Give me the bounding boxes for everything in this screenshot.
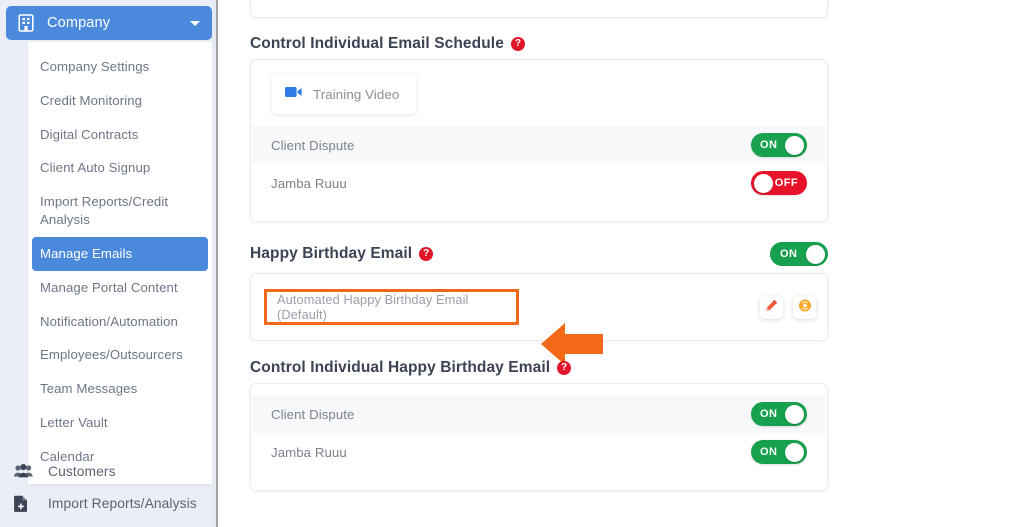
section-title-individual-birthday: Control Individual Happy Birthday Email … — [250, 359, 572, 377]
row-label: Client Dispute — [271, 137, 355, 153]
table-row: Client Dispute ON — [252, 395, 826, 433]
top-partial-card — [250, 0, 828, 18]
section-title-email-schedule-text: Control Individual Email Schedule — [250, 35, 504, 52]
section-title-individual-birthday-text: Control Individual Happy Birthday Email — [250, 359, 551, 376]
toggle-state-label: ON — [760, 446, 778, 458]
section-title-email-schedule: Control Individual Email Schedule ? — [250, 35, 525, 53]
menu-item-import-reports-credit-analysis[interactable]: Import Reports/Credit Analysis — [28, 185, 212, 237]
table-row: Client Dispute ON — [252, 126, 826, 164]
users-icon — [14, 462, 34, 480]
toggle-knob — [806, 244, 825, 264]
app-root: Company Company Settings Credit Monitori… — [0, 0, 1024, 527]
toggle-state-label: ON — [760, 408, 778, 420]
toggle-knob — [785, 135, 804, 155]
main-content: Control Individual Email Schedule ? Trai… — [224, 0, 1024, 527]
sidebar-item-import-reports-analysis[interactable]: Import Reports/Analysis — [0, 487, 212, 519]
chevron-down-icon — [190, 20, 200, 26]
training-video-label: Training Video — [313, 86, 400, 102]
email-schedule-card: Training Video Client Dispute ON Jamba R… — [250, 59, 828, 222]
toggle-state-label: ON — [760, 139, 778, 151]
help-circle-icon[interactable]: ? — [557, 361, 572, 375]
building-icon — [18, 14, 34, 32]
individual-birthday-card: Client Dispute ON Jamba Ruuu ON — [250, 383, 828, 491]
section-title-happy-birthday-text: Happy Birthday Email — [250, 245, 413, 262]
happy-birthday-template-name: Automated Happy Birthday Email (Default) — [277, 292, 469, 322]
training-video-button[interactable]: Training Video — [272, 74, 417, 114]
sidebar-item-customers[interactable]: Customers — [0, 455, 212, 487]
toggle-state-label: ON — [780, 248, 798, 260]
toggle-jamba-ruuu-schedule[interactable]: OFF — [751, 171, 807, 195]
toggle-knob — [785, 442, 804, 462]
toggle-state-label: OFF — [774, 177, 798, 189]
menu-item-client-auto-signup[interactable]: Client Auto Signup — [28, 151, 212, 185]
sidebar-company-button[interactable]: Company — [6, 6, 212, 40]
file-plus-icon — [14, 494, 34, 512]
menu-item-manage-emails[interactable]: Manage Emails — [32, 236, 208, 271]
video-camera-icon — [285, 85, 302, 103]
preview-template-button[interactable] — [793, 296, 816, 319]
toggle-jamba-ruuu-birthday[interactable]: ON — [751, 440, 807, 464]
toggle-happy-birthday-email[interactable]: ON — [770, 242, 828, 266]
toggle-knob — [785, 404, 804, 424]
help-circle-icon[interactable]: ? — [510, 37, 525, 51]
table-row: Jamba Ruuu ON — [252, 433, 826, 471]
sidebar-company-label: Company — [47, 15, 111, 31]
menu-item-digital-contracts[interactable]: Digital Contracts — [28, 118, 212, 152]
company-dropdown-menu: Company Settings Credit Monitoring Digit… — [28, 42, 212, 484]
help-circle-icon[interactable]: ? — [419, 247, 434, 261]
menu-item-letter-vault[interactable]: Letter Vault — [28, 406, 212, 440]
edit-template-button[interactable] — [760, 296, 783, 319]
row-label: Client Dispute — [271, 406, 355, 422]
happy-birthday-template-field[interactable]: Automated Happy Birthday Email (Default) — [264, 289, 519, 325]
table-row: Jamba Ruuu OFF — [252, 164, 826, 202]
eye-icon — [798, 299, 812, 317]
menu-item-manage-portal-content[interactable]: Manage Portal Content — [28, 271, 212, 305]
row-label: Jamba Ruuu — [271, 444, 347, 460]
sidebar-item-customers-label: Customers — [48, 463, 116, 479]
toggle-client-dispute-schedule[interactable]: ON — [751, 133, 807, 157]
section-title-happy-birthday: Happy Birthday Email ? — [250, 245, 434, 263]
sidebar-scrollbar-thumb[interactable] — [216, 0, 218, 527]
toggle-knob — [754, 173, 773, 193]
toggle-client-dispute-birthday[interactable]: ON — [751, 402, 807, 426]
menu-item-team-messages[interactable]: Team Messages — [28, 372, 212, 406]
menu-item-employees-outsourcers[interactable]: Employees/Outsourcers — [28, 338, 212, 372]
row-label: Jamba Ruuu — [271, 175, 347, 191]
pencil-icon — [765, 299, 778, 317]
sidebar: Company Company Settings Credit Monitori… — [0, 0, 218, 527]
menu-item-notification-automation[interactable]: Notification/Automation — [28, 305, 212, 339]
sidebar-bottom-nav: Customers Import Reports/Analysis — [0, 455, 212, 519]
menu-item-credit-monitoring[interactable]: Credit Monitoring — [28, 84, 212, 118]
happy-birthday-card: Automated Happy Birthday Email (Default) — [250, 273, 828, 365]
sidebar-item-import-reports-analysis-label: Import Reports/Analysis — [48, 495, 197, 511]
menu-item-company-settings[interactable]: Company Settings — [28, 50, 212, 84]
